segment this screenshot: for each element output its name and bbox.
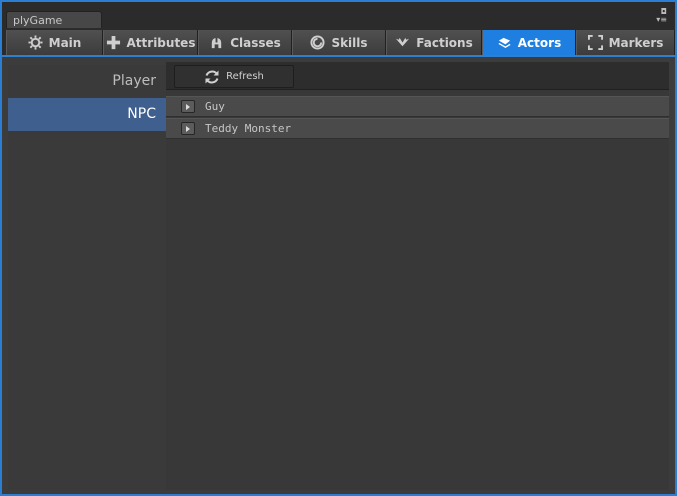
tab-label: Factions — [416, 35, 473, 50]
tab-factions[interactable]: Factions — [386, 30, 482, 55]
title-bar: plyGame ◘ ▾≡ — [2, 2, 675, 28]
actor-list: Guy Teddy Monster — [166, 96, 669, 140]
content-toolbar: Refresh — [166, 62, 669, 90]
tab-label: Skills — [331, 35, 368, 50]
tab-label: Classes — [230, 35, 281, 50]
main-tab-bar: Main Attributes Classes Skills Factions … — [2, 28, 675, 57]
tab-label: Actors — [517, 35, 562, 50]
gear-icon — [28, 35, 43, 50]
tab-label: Attributes — [126, 35, 196, 50]
tab-label: Markers — [608, 35, 664, 50]
actor-name: Teddy Monster — [205, 122, 292, 135]
plus-icon — [106, 35, 120, 50]
expand-arrow-icon[interactable] — [181, 100, 195, 113]
list-item[interactable]: Guy — [166, 96, 669, 117]
window-tab[interactable]: plyGame — [6, 11, 102, 28]
actors-icon — [498, 37, 511, 49]
tab-skills[interactable]: Skills — [292, 30, 386, 55]
markers-icon — [587, 35, 603, 50]
tab-main[interactable]: Main — [6, 30, 103, 55]
helmet-icon — [212, 37, 222, 49]
actor-list-panel: Refresh Guy Teddy Monster — [166, 62, 669, 490]
menu-icon[interactable]: ▾≡ — [656, 16, 667, 24]
sidebar-item-player[interactable]: Player — [8, 65, 166, 98]
window-controls: ◘ ▾≡ — [656, 8, 667, 24]
plygame-window: plyGame ◘ ▾≡ Main Attributes Classes Ski… — [2, 2, 675, 494]
refresh-label: Refresh — [226, 71, 264, 82]
tab-markers[interactable]: Markers — [576, 30, 675, 55]
refresh-icon — [205, 70, 219, 83]
tab-label: Main — [48, 35, 82, 50]
actor-type-sidebar: Player NPC — [8, 65, 166, 490]
actor-name: Guy — [205, 100, 225, 113]
tab-actors[interactable]: Actors — [482, 30, 576, 55]
swirl-icon — [310, 35, 325, 50]
wings-icon — [396, 37, 410, 47]
list-item[interactable]: Teddy Monster — [166, 118, 669, 139]
sidebar-item-npc[interactable]: NPC — [8, 98, 166, 131]
tab-attributes[interactable]: Attributes — [103, 30, 198, 55]
tab-classes[interactable]: Classes — [198, 30, 292, 55]
expand-arrow-icon[interactable] — [181, 122, 195, 135]
refresh-button[interactable]: Refresh — [174, 65, 294, 88]
